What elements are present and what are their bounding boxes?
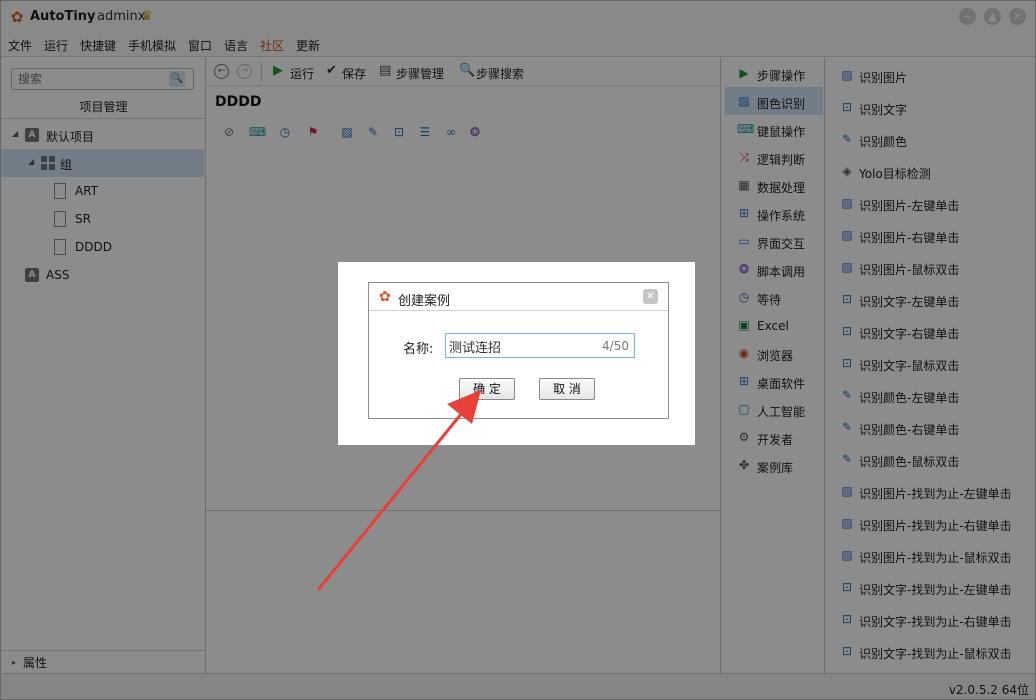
confirm-button[interactable]: 确 定 [459,378,515,400]
create-case-dialog: ✿ 创建案例 ✕ 名称: 4/50 确 定 取 消 [368,282,669,419]
app-logo-icon: ✿ [379,289,391,305]
close-icon[interactable]: ✕ [643,289,658,304]
char-count: 4/50 [602,339,629,353]
name-label: 名称: [403,342,434,357]
dialog-title: 创建案例 [398,294,451,309]
cancel-button[interactable]: 取 消 [539,378,595,400]
name-input[interactable] [449,337,589,355]
name-field: 4/50 [445,333,635,358]
dialog-header: ✿ 创建案例 ✕ [369,283,668,311]
